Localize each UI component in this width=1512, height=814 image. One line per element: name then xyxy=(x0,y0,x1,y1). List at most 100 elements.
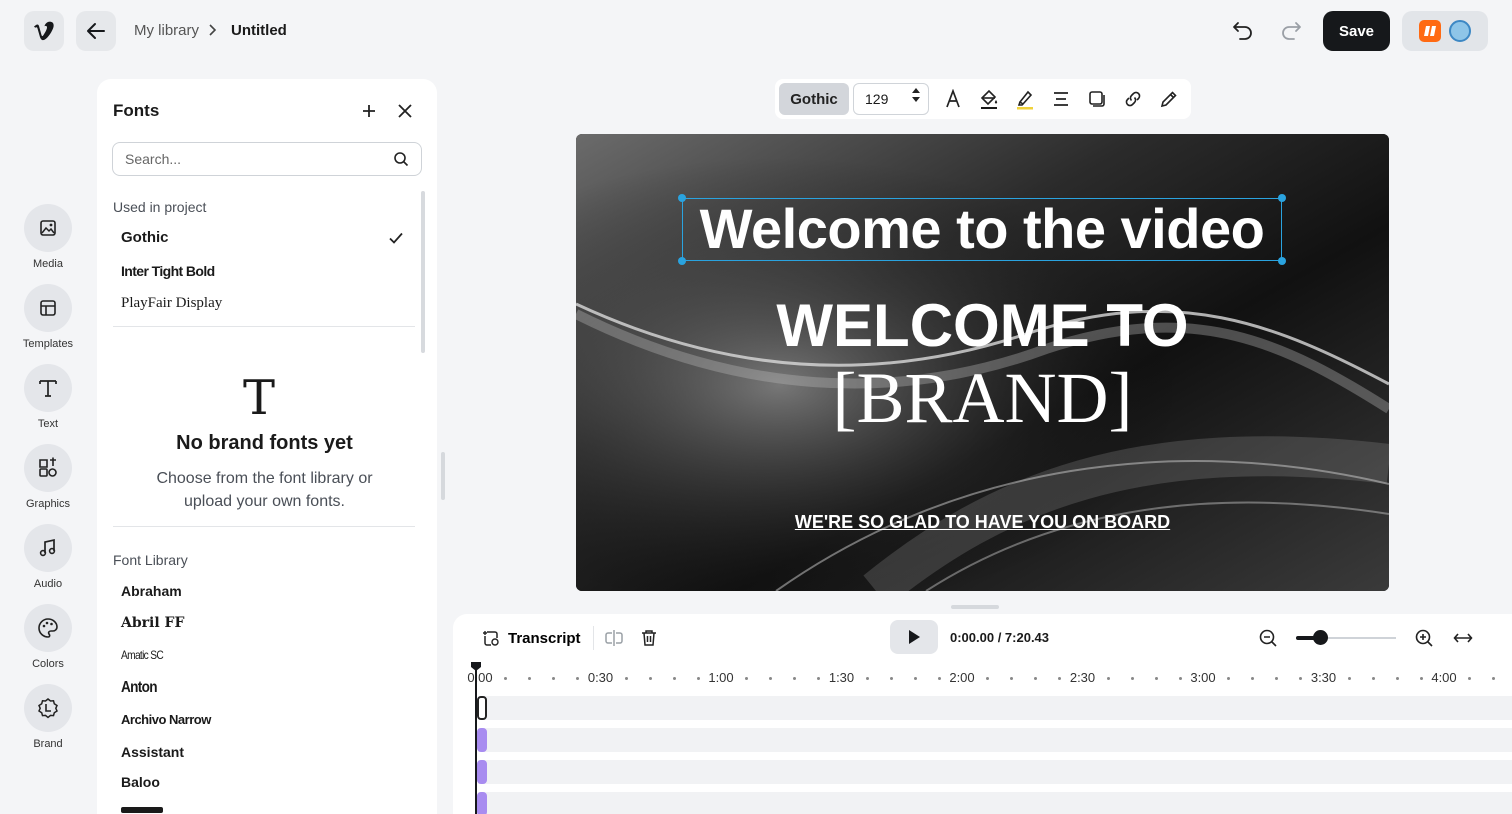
delete-clip-button[interactable] xyxy=(638,626,660,650)
title-line-2[interactable]: [BRAND] xyxy=(576,360,1389,436)
ruler-tick-label: 1:00 xyxy=(708,670,734,685)
video-canvas[interactable]: Welcome to the video WELCOME TO [BRAND] … xyxy=(576,134,1389,591)
font-library-label: Font Library xyxy=(113,552,188,568)
rail-item-graphics[interactable]: Graphics xyxy=(24,444,72,510)
font-item-assistant[interactable]: Assistant xyxy=(121,744,184,760)
shadow-layers-icon xyxy=(1089,91,1105,107)
font-search-input[interactable] xyxy=(125,151,393,167)
font-item-abril-ff[interactable]: Abril FF xyxy=(121,615,184,631)
align-button[interactable] xyxy=(1049,87,1073,111)
plus-icon xyxy=(363,105,375,117)
highlight-color-button[interactable] xyxy=(1013,87,1037,111)
ruler-tick-dot xyxy=(1419,677,1423,680)
font-item-partial[interactable] xyxy=(121,807,163,813)
font-item-baloo[interactable]: Baloo xyxy=(121,774,160,790)
play-button[interactable] xyxy=(890,620,938,654)
font-item-archivo-narrow[interactable]: Archivo Narrow xyxy=(121,712,211,727)
zoom-in-button[interactable] xyxy=(1412,626,1436,650)
ruler-tick-label: 4:00 xyxy=(1431,670,1457,685)
zoom-slider-thumb[interactable] xyxy=(1313,630,1328,645)
rail-item-brand[interactable]: Brand xyxy=(24,684,72,750)
timeline-clip-selected[interactable] xyxy=(477,696,487,720)
redo-button[interactable] xyxy=(1276,16,1306,46)
ruler-tick-label: 2:30 xyxy=(1069,670,1096,685)
font-item-gothic[interactable]: Gothic xyxy=(121,229,169,246)
rail-item-colors[interactable]: Colors xyxy=(24,604,72,670)
timeline-track[interactable] xyxy=(478,696,1512,720)
add-font-button[interactable] xyxy=(357,99,381,123)
resize-handle[interactable] xyxy=(678,257,686,265)
used-in-project-label: Used in project xyxy=(113,199,207,215)
trash-icon xyxy=(642,630,656,646)
back-button[interactable] xyxy=(76,11,116,51)
rail-item-text[interactable]: Text xyxy=(24,364,72,430)
ruler-tick-dot xyxy=(1178,677,1182,680)
font-item-amatic-sc[interactable]: Amatic SC xyxy=(121,648,164,662)
zoom-out-button[interactable] xyxy=(1256,626,1280,650)
project-title[interactable]: Untitled xyxy=(231,22,287,39)
save-button[interactable]: Save xyxy=(1323,11,1390,51)
timeline-panel: Transcript 0:00.00 / 7:20.43 0:00 0:30 1:0… xyxy=(453,614,1512,814)
rail-item-templates[interactable]: Templates xyxy=(23,284,73,350)
ruler-tick-dot xyxy=(576,677,580,680)
timeline-track[interactable] xyxy=(478,792,1512,814)
ruler-tick-dot xyxy=(1299,677,1303,680)
tagline-text[interactable]: WE'RE SO GLAD TO HAVE YOU ON BOARD xyxy=(576,512,1389,533)
fit-timeline-button[interactable] xyxy=(1451,626,1475,650)
vimeo-logo-icon xyxy=(34,21,54,41)
timeline-clip[interactable] xyxy=(477,760,487,784)
chevron-up-icon[interactable] xyxy=(911,87,921,94)
music-note-icon xyxy=(39,538,56,557)
timecode-display: 0:00.00 / 7:20.43 xyxy=(950,630,1050,645)
font-family-button[interactable]: Gothic xyxy=(779,83,849,115)
link-button[interactable] xyxy=(1121,87,1145,111)
image-icon xyxy=(40,220,56,236)
shapes-icon xyxy=(39,457,57,477)
rail-label: Audio xyxy=(33,578,63,590)
ruler-tick-dot xyxy=(672,677,676,680)
ruler-tick-dot xyxy=(1130,677,1134,680)
timeline-track[interactable] xyxy=(478,728,1512,752)
font-item-abraham[interactable]: Abraham xyxy=(121,583,182,599)
timeline-clip[interactable] xyxy=(477,728,487,752)
breadcrumb-parent-link[interactable]: My library xyxy=(134,22,199,39)
undo-button[interactable] xyxy=(1228,16,1258,46)
rail-item-media[interactable]: Media xyxy=(24,204,72,270)
shadow-button[interactable] xyxy=(1085,87,1109,111)
timeline-resize-handle[interactable] xyxy=(951,605,999,609)
ruler-tick-label: 0:00 xyxy=(467,670,493,685)
vimeo-logo-button[interactable] xyxy=(24,11,64,51)
close-panel-button[interactable] xyxy=(393,99,417,123)
playhead[interactable] xyxy=(475,666,477,814)
ruler-tick-dot xyxy=(1275,677,1279,680)
title-line-1[interactable]: WELCOME TO xyxy=(576,294,1389,358)
timeline-ruler[interactable]: 0:00 0:30 1:00 1:30 2:00 2:30 3:00 3:30 4:00 xyxy=(453,662,1512,692)
panel-scrollbar[interactable] xyxy=(421,191,425,353)
resize-handle[interactable] xyxy=(1278,257,1286,265)
font-item-anton[interactable]: Anton xyxy=(121,679,158,697)
ruler-tick-dot xyxy=(1371,677,1375,680)
timeline-clip[interactable] xyxy=(477,792,487,814)
transcript-button[interactable]: Transcript xyxy=(482,626,581,650)
rail-item-audio[interactable]: Audio xyxy=(24,524,72,590)
search-icon[interactable] xyxy=(393,151,409,167)
font-item-playfair-display[interactable]: PlayFair Display xyxy=(121,295,222,312)
text-color-button[interactable] xyxy=(941,87,965,111)
account-switcher[interactable] xyxy=(1402,11,1488,51)
selection-box[interactable] xyxy=(678,194,1286,265)
split-clip-button[interactable] xyxy=(603,626,625,650)
chevron-down-icon[interactable] xyxy=(911,96,921,103)
resize-handle[interactable] xyxy=(1278,194,1286,202)
font-size-stepper[interactable]: 129 xyxy=(853,83,929,115)
ruler-tick-dot xyxy=(504,677,508,680)
rail-label: Brand xyxy=(33,738,63,750)
panel-resize-handle[interactable] xyxy=(441,452,445,500)
edit-button[interactable] xyxy=(1157,87,1181,111)
timeline-track[interactable] xyxy=(478,760,1512,784)
ruler-tick-label: 1:30 xyxy=(828,670,855,685)
rail-label: Colors xyxy=(32,658,64,670)
font-search-box[interactable] xyxy=(112,142,422,176)
resize-handle[interactable] xyxy=(678,194,686,202)
fill-color-button[interactable] xyxy=(977,87,1001,111)
font-item-inter-tight-bold[interactable]: Inter Tight Bold xyxy=(121,263,215,279)
